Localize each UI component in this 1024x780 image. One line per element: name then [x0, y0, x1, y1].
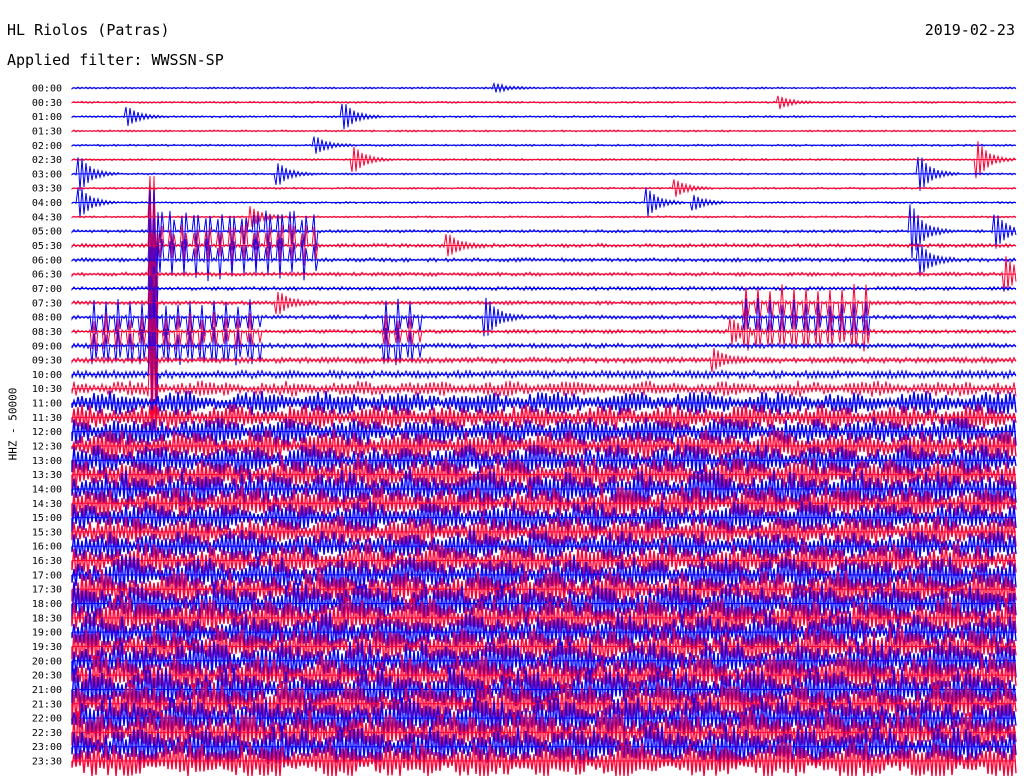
row-time-label: 21:00	[32, 685, 62, 696]
row-time-label: 16:30	[32, 556, 62, 567]
row-time-label: 22:30	[32, 728, 62, 739]
row-time-label: 05:30	[32, 241, 62, 252]
trace-group	[71, 81, 1017, 777]
row-time-label: 14:30	[32, 499, 62, 510]
row-time-label: 12:30	[32, 442, 62, 453]
row-time-label: 07:30	[32, 298, 62, 309]
row-time-label: 05:00	[32, 227, 62, 238]
row-time-label: 16:00	[32, 542, 62, 553]
row-time-label: 13:00	[32, 456, 62, 467]
row-time-label: 11:00	[32, 399, 62, 410]
row-time-label: 02:00	[32, 141, 62, 152]
row-time-label: 07:00	[32, 284, 62, 295]
row-time-label: 13:30	[32, 470, 62, 481]
row-time-label: 17:30	[32, 585, 62, 596]
row-time-label: 08:30	[32, 327, 62, 338]
row-time-label: 23:00	[32, 742, 62, 753]
row-time-label: 20:30	[32, 671, 62, 682]
row-time-label: 03:30	[32, 184, 62, 195]
row-time-label: 00:30	[32, 98, 62, 109]
row-label-group: 00:00 00:30 01:00 01:30 02:00 02:30 03:00 03:30…	[32, 84, 62, 768]
row-time-label: 09:00	[32, 341, 62, 352]
row-time-label: 03:00	[32, 169, 62, 180]
row-time-label: 23:30	[32, 757, 62, 768]
row-time-label: 19:30	[32, 642, 62, 653]
row-time-label: 06:00	[32, 255, 62, 266]
row-time-label: 12:00	[32, 427, 62, 438]
row-time-label: 01:30	[32, 126, 62, 137]
row-time-label: 06:30	[32, 270, 62, 281]
row-time-label: 01:00	[32, 112, 62, 123]
helicorder-chart: 00:00 00:30 01:00 01:30 02:00 02:30 03:00 03:30…	[32, 81, 1017, 777]
row-time-label: 00:00	[32, 84, 62, 95]
row-time-label: 04:30	[32, 212, 62, 223]
helicorder-view: HL Riolos (Patras) 2019-02-23 Applied fi…	[0, 0, 1024, 780]
row-time-label: 20:00	[32, 656, 62, 667]
row-time-label: 10:30	[32, 384, 62, 395]
row-time-label: 18:30	[32, 613, 62, 624]
row-time-label: 02:30	[32, 155, 62, 166]
row-time-label: 04:00	[32, 198, 62, 209]
row-time-label: 18:00	[32, 599, 62, 610]
row-time-label: 15:30	[32, 527, 62, 538]
row-time-label: 11:30	[32, 413, 62, 424]
row-time-label: 22:00	[32, 714, 62, 725]
row-time-label: 09:30	[32, 356, 62, 367]
row-time-label: 21:30	[32, 699, 62, 710]
row-time-label: 17:00	[32, 570, 62, 581]
row-time-label: 19:00	[32, 628, 62, 639]
row-time-label: 08:00	[32, 313, 62, 324]
row-time-label: 15:00	[32, 513, 62, 524]
row-time-label: 10:00	[32, 370, 62, 381]
row-time-label: 14:00	[32, 484, 62, 495]
